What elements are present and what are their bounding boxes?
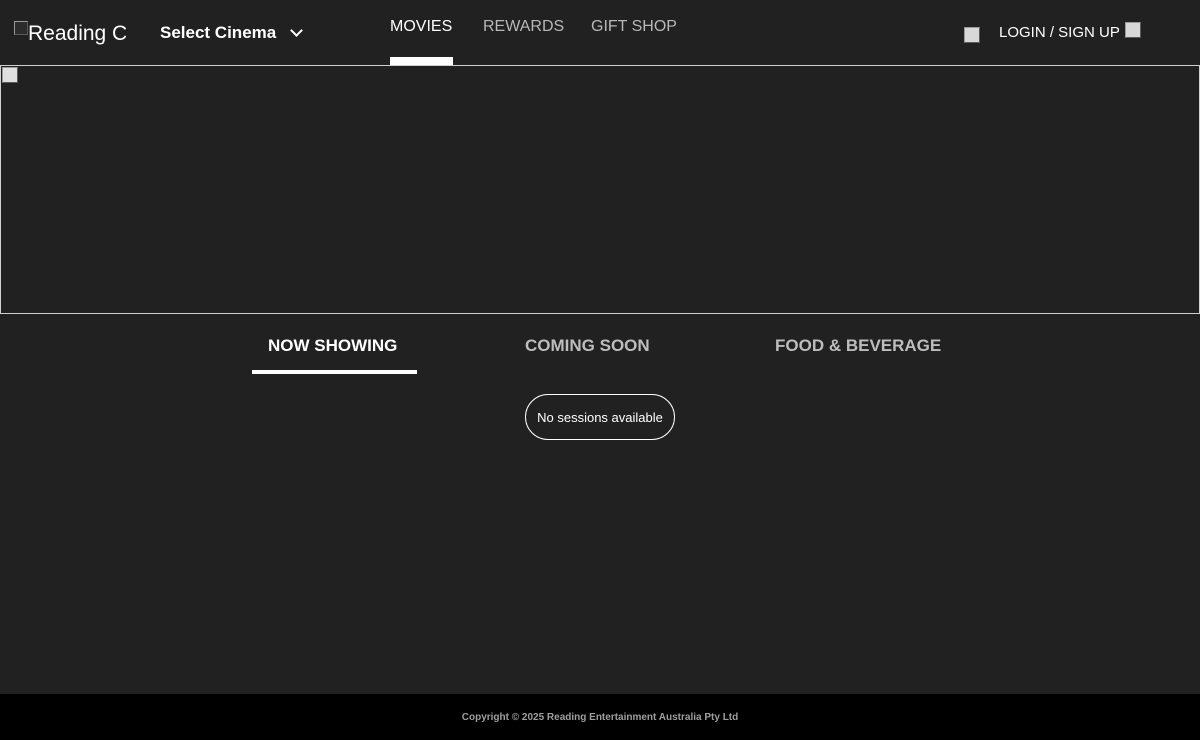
cinema-select-label: Select Cinema [160, 23, 277, 42]
chevron-down-icon [290, 24, 304, 37]
login-signup-link[interactable]: LOGIN / SIGN UP [999, 24, 1120, 41]
logo-alt-text: Reading C [28, 22, 126, 45]
nav-item-movies[interactable]: MOVIES [390, 18, 452, 36]
nav-item-rewards[interactable]: REWARDS [483, 18, 564, 36]
cart-icon[interactable] [1125, 22, 1141, 38]
site-header: Reading C Select Cinema MOVIES REWARDS G… [0, 0, 1200, 65]
broken-image-icon [2, 67, 18, 83]
no-sessions-badge: No sessions available [525, 394, 675, 440]
site-logo[interactable]: Reading C [14, 19, 126, 49]
hero-banner[interactable] [0, 65, 1200, 314]
site-footer: Copyright © 2025 Reading Entertainment A… [0, 694, 1200, 740]
copyright-text: Copyright © 2025 Reading Entertainment A… [461, 711, 739, 723]
broken-image-icon [14, 21, 28, 35]
nav-active-indicator [390, 57, 453, 65]
page: Reading C Select Cinema MOVIES REWARDS G… [0, 0, 1200, 740]
nav-item-gift-shop[interactable]: GIFT SHOP [591, 18, 677, 36]
tab-food-beverage[interactable]: FOOD & BEVERAGE [775, 336, 941, 356]
user-icon[interactable] [964, 27, 980, 43]
cinema-select-dropdown[interactable]: Select Cinema [160, 21, 304, 45]
tab-coming-soon[interactable]: COMING SOON [525, 336, 650, 356]
tab-now-showing[interactable]: NOW SHOWING [268, 336, 397, 356]
tab-active-indicator [252, 370, 417, 374]
